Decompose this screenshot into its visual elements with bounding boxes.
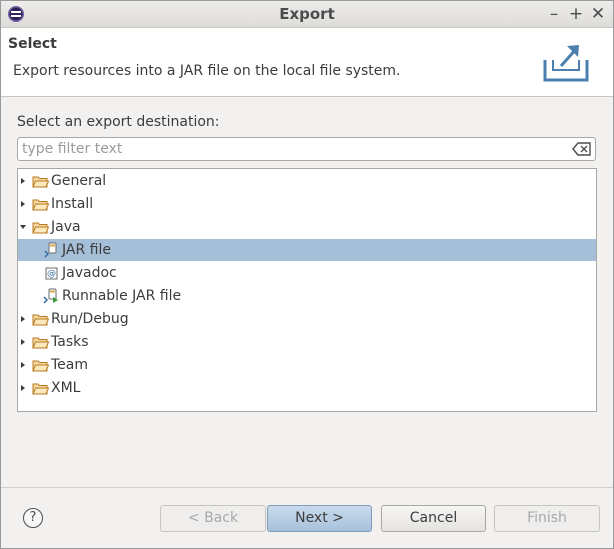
expanded-arrow-icon[interactable]	[19, 222, 27, 232]
tree-item-label: Run/Debug	[51, 311, 129, 327]
tree-item-label: Javadoc	[62, 265, 117, 281]
tree-item-team[interactable]: Team	[18, 354, 596, 376]
tree-item-label: Tasks	[51, 334, 89, 350]
tree-item-jar-file[interactable]: JAR file	[18, 239, 596, 261]
destination-label: Select an export destination:	[17, 114, 220, 130]
minimize-button[interactable]: –	[544, 4, 564, 24]
tree-item-label: XML	[51, 380, 81, 396]
collapsed-arrow-icon[interactable]	[19, 176, 27, 186]
tree-item-java[interactable]: Java	[18, 216, 596, 238]
javadoc-icon: @	[45, 267, 58, 280]
maximize-button[interactable]: +	[566, 4, 586, 24]
button-bar-separator	[1, 487, 613, 488]
folder-icon	[32, 337, 49, 349]
collapsed-arrow-icon[interactable]	[19, 314, 27, 324]
back-button[interactable]: < Back	[160, 505, 266, 532]
open-folder-icon	[32, 222, 49, 234]
page-title: Select	[8, 36, 57, 52]
svg-text:@: @	[47, 269, 56, 279]
filter-field[interactable]	[17, 137, 596, 161]
collapsed-arrow-icon[interactable]	[19, 337, 27, 347]
tree-item-run-debug[interactable]: Run/Debug	[18, 308, 596, 330]
folder-icon	[32, 360, 49, 372]
clear-filter-icon[interactable]	[572, 141, 592, 157]
tree-item-label: JAR file	[62, 242, 111, 258]
cancel-button[interactable]: Cancel	[381, 505, 486, 532]
collapsed-arrow-icon[interactable]	[19, 199, 27, 209]
folder-icon	[32, 314, 49, 326]
tree-item-label: Java	[51, 219, 81, 235]
tree-item-label: Runnable JAR file	[62, 288, 182, 304]
window-title: Export	[279, 5, 335, 23]
tree-item-general[interactable]: General	[18, 170, 596, 192]
tree-item-xml[interactable]: XML	[18, 377, 596, 399]
tree-item-install[interactable]: Install	[18, 193, 596, 215]
page-description: Export resources into a JAR file on the …	[13, 63, 401, 79]
tree-item-runnable-jar-file[interactable]: Runnable JAR file	[18, 285, 596, 307]
close-button[interactable]: ✕	[588, 4, 608, 24]
tree-item-label: General	[51, 173, 107, 189]
collapsed-arrow-icon[interactable]	[19, 383, 27, 393]
finish-button[interactable]: Finish	[494, 505, 600, 532]
folder-icon	[32, 176, 49, 188]
tree-item-tasks[interactable]: Tasks	[18, 331, 596, 353]
wizard-header: Select Export resources into a JAR file …	[1, 28, 613, 97]
folder-icon	[32, 199, 49, 211]
next-button[interactable]: Next >	[267, 505, 372, 532]
collapsed-arrow-icon[interactable]	[19, 360, 27, 370]
tree-item-label: Team	[51, 357, 89, 373]
jar-file-icon	[44, 242, 57, 258]
export-dialog: Export – + ✕ Select Export resources int…	[0, 0, 614, 549]
export-destination-tree[interactable]: General Install Java JAR file @ Javadoc …	[17, 168, 597, 412]
help-icon[interactable]: ?	[23, 508, 43, 528]
title-bar[interactable]: Export – + ✕	[1, 1, 613, 28]
tree-item-label: Install	[51, 196, 94, 212]
filter-input[interactable]	[22, 140, 562, 158]
export-wizard-icon	[543, 45, 589, 82]
runnable-jar-icon	[43, 288, 58, 304]
folder-icon	[32, 383, 49, 395]
tree-item-javadoc[interactable]: @ Javadoc	[18, 262, 596, 284]
